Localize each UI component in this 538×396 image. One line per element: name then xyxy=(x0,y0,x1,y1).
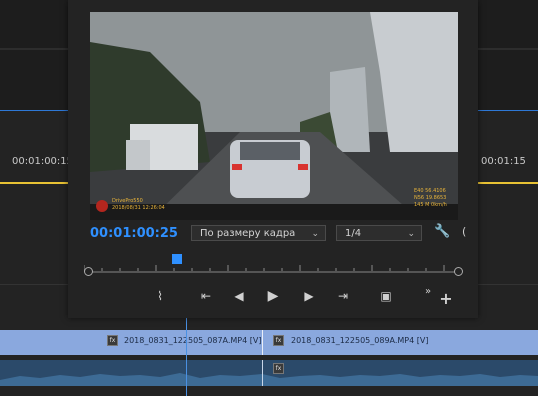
left-timecode: 00:01:00:15 xyxy=(12,156,74,167)
program-monitor: DrivePro550 2018/08/31 12:26:04 E40 56.4… xyxy=(68,0,478,318)
video-frame: DrivePro550 2018/08/31 12:26:04 E40 56.4… xyxy=(90,12,458,220)
play-icon[interactable]: ▶ xyxy=(263,286,283,306)
zoom-handle-right[interactable] xyxy=(454,267,463,276)
in-out-range-line xyxy=(0,182,68,184)
resolution-select-value: 1/4 xyxy=(345,228,362,239)
brand-logo-icon xyxy=(96,200,108,212)
add-button-icon[interactable]: + xyxy=(436,289,456,309)
resolution-select[interactable]: 1/4 ⌄ xyxy=(336,225,422,241)
panel-divider xyxy=(478,48,538,50)
fx-icon: fx xyxy=(107,335,118,346)
audio-track[interactable]: fx xyxy=(0,360,538,386)
dashcam-frame xyxy=(90,12,458,220)
clip-label[interactable]: 2018_0831_122505_087A.MP4 [V] xyxy=(124,336,261,345)
audio-waveform xyxy=(0,373,538,386)
gps-line: N56 19.8653 xyxy=(414,195,447,201)
wrench-icon[interactable]: 🔧 xyxy=(434,224,450,239)
zoom-handle-left[interactable] xyxy=(84,267,93,276)
speed-line: 145 M 0km/h xyxy=(414,202,447,208)
mark-in-icon[interactable]: ⌇ xyxy=(150,286,170,306)
fx-icon: fx xyxy=(273,363,284,374)
clip-label[interactable]: 2018_0831_122505_089A.MP4 [V] xyxy=(291,336,428,345)
datetime-line: 2018/08/31 12:26:04 xyxy=(112,205,165,211)
panel-divider xyxy=(0,48,68,50)
go-to-out-icon[interactable]: ⇥ xyxy=(333,286,353,306)
step-back-icon[interactable]: ◀ xyxy=(229,286,249,306)
clip-edit-point xyxy=(262,330,263,355)
chevron-down-icon: ⌄ xyxy=(407,229,415,239)
monitor-controls: 00:01:00:25 По размеру кадра ⌄ 1/4 ⌄ 🔧 ( xyxy=(68,222,478,246)
zoom-bar[interactable] xyxy=(90,271,456,273)
playhead-marker-icon[interactable] xyxy=(172,254,182,264)
more-buttons-icon[interactable]: » xyxy=(418,282,438,302)
clip-edit-point xyxy=(262,360,263,386)
transport-controls: ⌇ ⇤ ◀ ▶ ▶ ⇥ ▣ » + xyxy=(68,282,478,310)
step-forward-icon[interactable]: ▶ xyxy=(299,286,319,306)
playhead-timecode[interactable]: 00:01:00:25 xyxy=(90,226,178,241)
video-track[interactable]: fx 2018_0831_122505_087A.MP4 [V] fx 2018… xyxy=(0,330,538,355)
ruler-line xyxy=(0,110,68,111)
ruler-line xyxy=(478,110,538,111)
fit-select[interactable]: По размеру кадра ⌄ xyxy=(191,225,326,241)
brand-line: DrivePro550 xyxy=(112,198,143,204)
go-to-in-icon[interactable]: ⇤ xyxy=(196,286,216,306)
right-timecode: 00:01:15 xyxy=(481,156,526,167)
fit-select-value: По размеру кадра xyxy=(200,228,296,239)
overflow-icon[interactable]: ( xyxy=(462,225,466,238)
gps-line: E40 56.4106 xyxy=(414,188,446,194)
chevron-down-icon: ⌄ xyxy=(311,229,319,239)
scrubber-ruler[interactable] xyxy=(83,258,462,272)
export-frame-icon[interactable]: ▣ xyxy=(376,286,396,306)
fx-icon: fx xyxy=(273,335,284,346)
in-out-range-line xyxy=(478,182,538,184)
